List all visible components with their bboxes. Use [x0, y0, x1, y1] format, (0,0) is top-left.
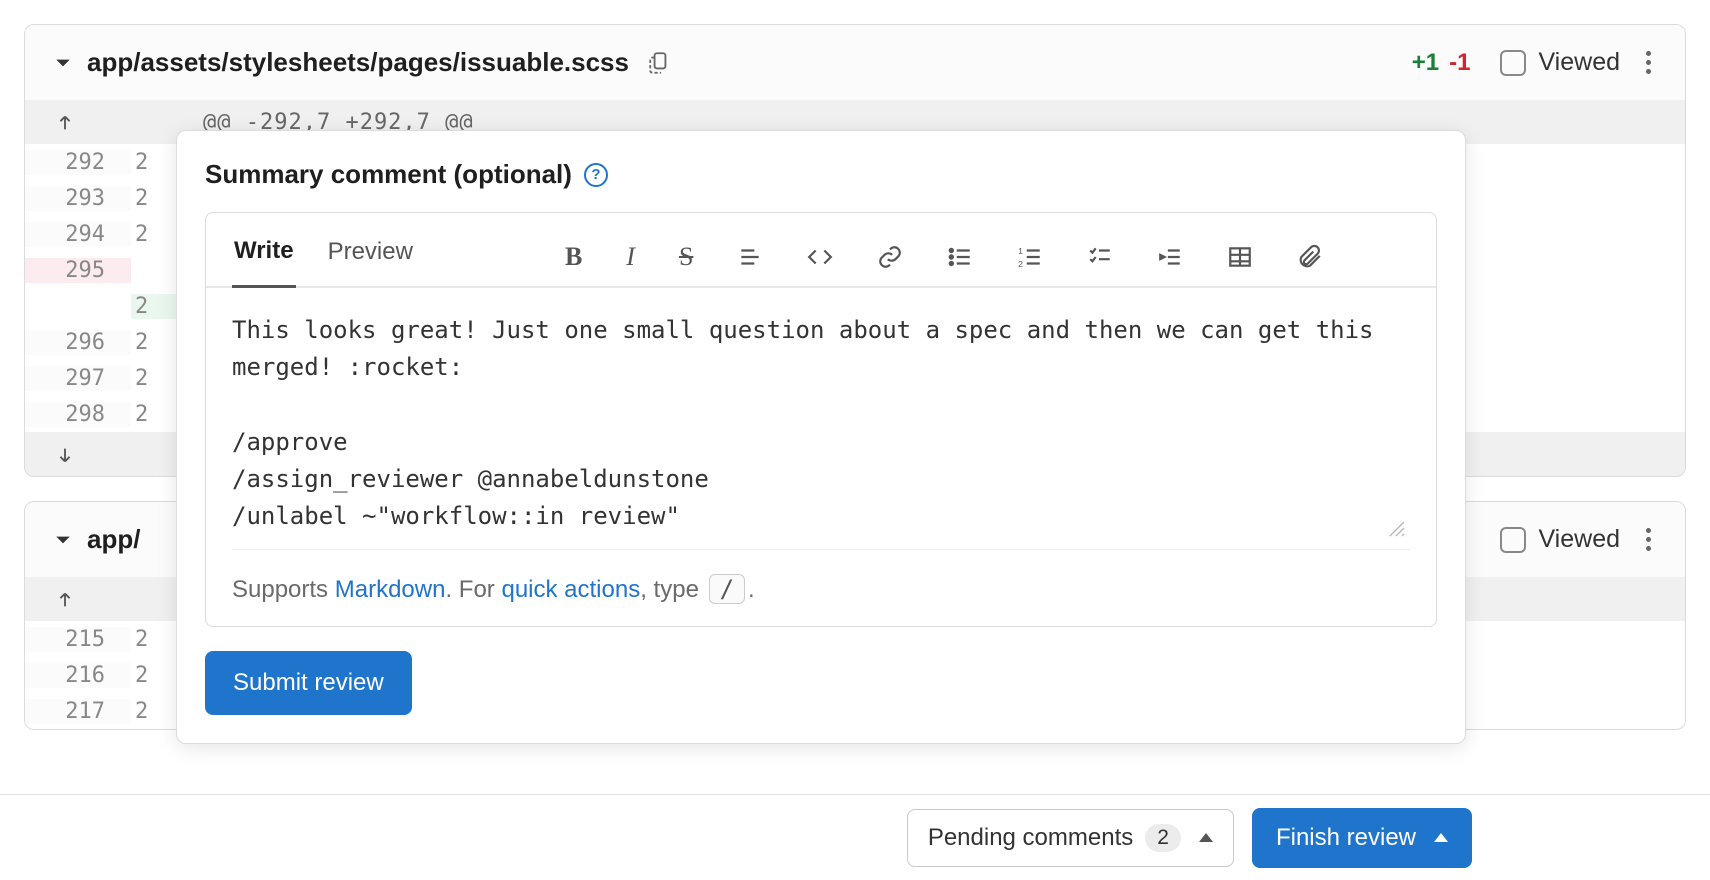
- file-more-menu[interactable]: [1640, 45, 1657, 80]
- tab-preview[interactable]: Preview: [326, 228, 415, 286]
- viewed-toggle[interactable]: Viewed: [1500, 48, 1620, 77]
- quick-actions-link[interactable]: quick actions: [501, 576, 640, 603]
- formatting-toolbar: B I S 12: [565, 242, 1323, 272]
- file-header: app/assets/stylesheets/pages/issuable.sc…: [25, 25, 1685, 100]
- code-icon[interactable]: [807, 244, 833, 270]
- help-icon[interactable]: ?: [584, 163, 608, 187]
- table-icon[interactable]: [1227, 244, 1253, 270]
- finish-review-label: Finish review: [1276, 824, 1416, 852]
- link-icon[interactable]: [877, 244, 903, 270]
- markdown-hint: Supports Markdown. For quick actions, ty…: [206, 560, 1436, 626]
- expand-up-icon[interactable]: [25, 110, 131, 135]
- viewed-checkbox[interactable]: [1500, 50, 1526, 76]
- indent-icon[interactable]: [1157, 244, 1183, 270]
- attach-icon[interactable]: [1297, 244, 1323, 270]
- quote-icon[interactable]: [737, 244, 763, 270]
- file-path: app/assets/stylesheets/pages/issuable.sc…: [87, 47, 629, 78]
- chevron-up-icon: [1199, 833, 1213, 842]
- finish-review-button[interactable]: Finish review: [1252, 808, 1472, 868]
- expand-down-icon[interactable]: [25, 442, 131, 467]
- submit-review-button[interactable]: Submit review: [205, 651, 412, 715]
- viewed-checkbox[interactable]: [1500, 527, 1526, 553]
- strikethrough-icon[interactable]: S: [679, 242, 693, 272]
- summary-comment-popover: Summary comment (optional) ? Write Previ…: [176, 130, 1466, 744]
- chevron-up-icon: [1434, 833, 1448, 842]
- viewed-label: Viewed: [1538, 525, 1620, 554]
- chevron-down-icon[interactable]: [53, 53, 73, 73]
- svg-text:2: 2: [1019, 258, 1024, 268]
- review-bottom-bar: Pending comments 2 Finish review: [0, 794, 1710, 880]
- bold-icon[interactable]: B: [565, 242, 582, 272]
- italic-icon[interactable]: I: [626, 242, 635, 272]
- svg-text:1: 1: [1019, 245, 1024, 255]
- file-path: app/: [87, 524, 140, 555]
- expand-up-icon[interactable]: [25, 587, 131, 612]
- pending-comments-button[interactable]: Pending comments 2: [907, 809, 1234, 867]
- tab-write[interactable]: Write: [232, 227, 296, 288]
- file-more-menu[interactable]: [1640, 522, 1657, 557]
- numbered-list-icon[interactable]: 12: [1017, 244, 1043, 270]
- viewed-label: Viewed: [1538, 48, 1620, 77]
- copy-path-icon[interactable]: [647, 50, 673, 76]
- resize-handle-icon[interactable]: [1388, 520, 1406, 544]
- popover-title: Summary comment (optional): [205, 159, 572, 190]
- markdown-editor: Write Preview B I S 12 This looks great!…: [205, 212, 1437, 627]
- chevron-down-icon[interactable]: [53, 530, 73, 550]
- checklist-icon[interactable]: [1087, 244, 1113, 270]
- deletions-count: -1: [1449, 49, 1470, 77]
- bullet-list-icon[interactable]: [947, 244, 973, 270]
- slash-key: /: [709, 574, 745, 604]
- markdown-link[interactable]: Markdown: [335, 576, 446, 603]
- diff-stats: +1 -1: [1412, 49, 1471, 77]
- viewed-toggle[interactable]: Viewed: [1500, 525, 1620, 554]
- comment-textarea[interactable]: This looks great! Just one small questio…: [232, 312, 1410, 550]
- additions-count: +1: [1412, 49, 1439, 77]
- pending-comments-label: Pending comments: [928, 824, 1133, 852]
- pending-count-badge: 2: [1145, 824, 1181, 852]
